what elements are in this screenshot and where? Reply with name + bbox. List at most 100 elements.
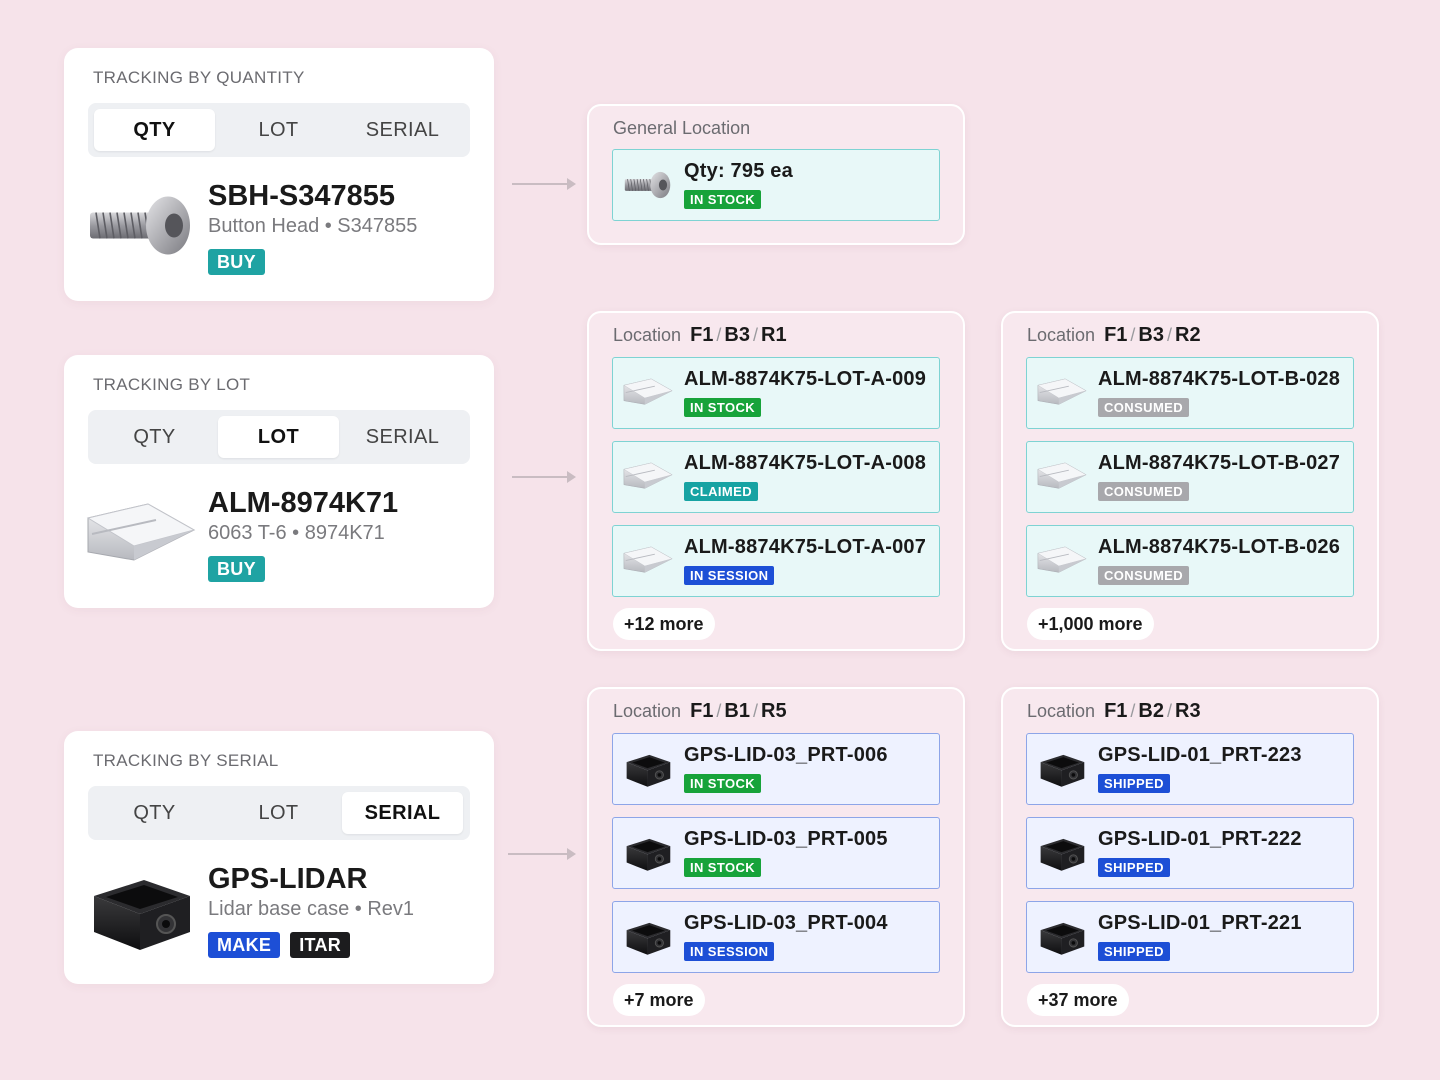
location-label: Location — [1027, 701, 1096, 721]
aluminum-extrusion-icon — [1037, 536, 1087, 586]
serial-item[interactable]: GPS-LID-01_PRT-223 SHIPPED — [1026, 733, 1354, 805]
location-label: Location — [613, 325, 682, 345]
item-quantity: Qty: 795 ea — [684, 160, 793, 182]
stock-item[interactable]: Qty: 795 ea IN STOCK — [612, 149, 940, 221]
location-floor: F1 — [690, 324, 714, 346]
serial-item[interactable]: GPS-LID-01_PRT-222 SHIPPED — [1026, 817, 1354, 889]
lot-item[interactable]: ALM-8874K75-LOT-B-026 CONSUMED — [1026, 525, 1354, 597]
lot-item[interactable]: ALM-8874K75-LOT-A-007 IN SESSION — [612, 525, 940, 597]
more-items-link[interactable]: +37 more — [1027, 984, 1129, 1016]
part-subtitle: Lidar base case • Rev1 — [208, 898, 415, 920]
part-name: SBH-S347855 — [208, 180, 395, 212]
location-breadcrumb: Location F1/ B3/ R1 — [613, 324, 787, 346]
tab-lot[interactable]: LOT — [218, 109, 339, 151]
lot-name: ALM-8874K75-LOT-A-009 — [684, 368, 927, 390]
tab-lot[interactable]: LOT — [218, 792, 339, 834]
status-badge: IN STOCK — [684, 398, 762, 417]
screw-icon — [623, 163, 673, 207]
lidar-case-icon — [1037, 828, 1087, 878]
location-rack: R2 — [1175, 324, 1201, 346]
serial-item[interactable]: GPS-LID-01_PRT-221 SHIPPED — [1026, 901, 1354, 973]
location-label: Location — [1027, 325, 1096, 345]
part-tags: BUY — [208, 249, 265, 275]
serial-item[interactable]: GPS-LID-03_PRT-004 IN SESSION — [612, 901, 940, 973]
buy-tag: BUY — [208, 556, 265, 582]
part-tags: BUY — [208, 556, 265, 582]
serial-name: GPS-LID-03_PRT-006 — [684, 744, 888, 766]
status-badge: SHIPPED — [1098, 774, 1170, 793]
status-badge: IN SESSION — [684, 942, 775, 961]
part-name: ALM-8974K71 — [208, 487, 399, 519]
status-badge: IN STOCK — [684, 774, 762, 793]
lot-item[interactable]: ALM-8874K75-LOT-B-027 CONSUMED — [1026, 441, 1354, 513]
status-badge: IN STOCK — [684, 858, 762, 877]
status-badge: SHIPPED — [1098, 858, 1170, 877]
status-badge: CONSUMED — [1098, 398, 1190, 417]
buy-tag: BUY — [208, 249, 265, 275]
tab-qty[interactable]: QTY — [94, 416, 215, 458]
aluminum-extrusion-icon — [1037, 368, 1087, 418]
location-floor: F1 — [1104, 700, 1128, 722]
arrow-right-icon — [512, 178, 576, 190]
part-tags: MAKE ITAR — [208, 932, 351, 958]
arrow-right-icon — [512, 471, 576, 483]
aluminum-extrusion-icon — [86, 490, 196, 580]
card-title: TRACKING BY QUANTITY — [93, 68, 305, 87]
aluminum-extrusion-icon — [1037, 452, 1087, 502]
location-floor: F1 — [690, 700, 714, 722]
location-panel-f1-b2-r3: Location F1/ B2/ R3 GPS-LID-01_PRT-223 S… — [1001, 687, 1379, 1027]
tab-lot[interactable]: LOT — [218, 416, 339, 458]
serial-item[interactable]: GPS-LID-03_PRT-005 IN STOCK — [612, 817, 940, 889]
more-items-link[interactable]: +7 more — [613, 984, 705, 1016]
part-name: GPS-LIDAR — [208, 863, 368, 895]
location-breadcrumb: Location F1/ B3/ R2 — [1027, 324, 1201, 346]
location-bin: B2 — [1138, 700, 1164, 722]
tab-serial[interactable]: SERIAL — [342, 416, 463, 458]
tab-qty[interactable]: QTY — [94, 792, 215, 834]
card-title: TRACKING BY SERIAL — [93, 751, 279, 770]
location-bin: B1 — [724, 700, 750, 722]
tab-serial[interactable]: SERIAL — [342, 792, 463, 834]
lot-name: ALM-8874K75-LOT-B-026 — [1098, 536, 1341, 558]
tracking-mode-selector: QTY LOT SERIAL — [88, 103, 470, 157]
lidar-case-icon — [623, 828, 673, 878]
card-title: TRACKING BY LOT — [93, 375, 251, 394]
location-bin: B3 — [1138, 324, 1164, 346]
location-panel-f1-b1-r5: Location F1/ B1/ R5 GPS-LID-03_PRT-006 I… — [587, 687, 965, 1027]
status-badge: CLAIMED — [684, 482, 759, 501]
make-tag: MAKE — [208, 932, 281, 958]
lidar-case-icon — [1037, 912, 1087, 962]
location-panel-f1-b3-r1: Location F1/ B3/ R1 ALM-8874K75-LOT-A-00… — [587, 311, 965, 651]
tracking-mode-selector: QTY LOT SERIAL — [88, 410, 470, 464]
lidar-case-icon — [623, 744, 673, 794]
location-floor: F1 — [1104, 324, 1128, 346]
location-breadcrumb: Location F1/ B2/ R3 — [1027, 700, 1201, 722]
part-subtitle: Button Head • S347855 — [208, 215, 418, 237]
lidar-case-icon — [86, 866, 196, 956]
location-rack: R3 — [1175, 700, 1201, 722]
location-bin: B3 — [724, 324, 750, 346]
more-items-link[interactable]: +1,000 more — [1027, 608, 1154, 640]
more-items-link[interactable]: +12 more — [613, 608, 715, 640]
panel-title: General Location — [613, 118, 751, 138]
status-badge: CONSUMED — [1098, 482, 1190, 501]
location-breadcrumb: Location F1/ B1/ R5 — [613, 700, 787, 722]
serial-item[interactable]: GPS-LID-03_PRT-006 IN STOCK — [612, 733, 940, 805]
lidar-case-icon — [1037, 744, 1087, 794]
serial-name: GPS-LID-03_PRT-004 — [684, 912, 888, 934]
serial-name: GPS-LID-03_PRT-005 — [684, 828, 888, 850]
serial-name: GPS-LID-01_PRT-222 — [1098, 828, 1302, 850]
lot-name: ALM-8874K75-LOT-A-008 — [684, 452, 927, 474]
tracking-mode-selector: QTY LOT SERIAL — [88, 786, 470, 840]
status-badge: IN SESSION — [684, 566, 775, 585]
lidar-case-icon — [623, 912, 673, 962]
tracking-card-lot: TRACKING BY LOT QTY LOT SERIAL ALM-8974K… — [64, 355, 494, 608]
serial-name: GPS-LID-01_PRT-221 — [1098, 912, 1302, 934]
tab-serial[interactable]: SERIAL — [342, 109, 463, 151]
lot-item[interactable]: ALM-8874K75-LOT-A-008 CLAIMED — [612, 441, 940, 513]
tab-qty[interactable]: QTY — [94, 109, 215, 151]
aluminum-extrusion-icon — [623, 536, 673, 586]
lot-item[interactable]: ALM-8874K75-LOT-B-028 CONSUMED — [1026, 357, 1354, 429]
aluminum-extrusion-icon — [623, 368, 673, 418]
lot-item[interactable]: ALM-8874K75-LOT-A-009 IN STOCK — [612, 357, 940, 429]
